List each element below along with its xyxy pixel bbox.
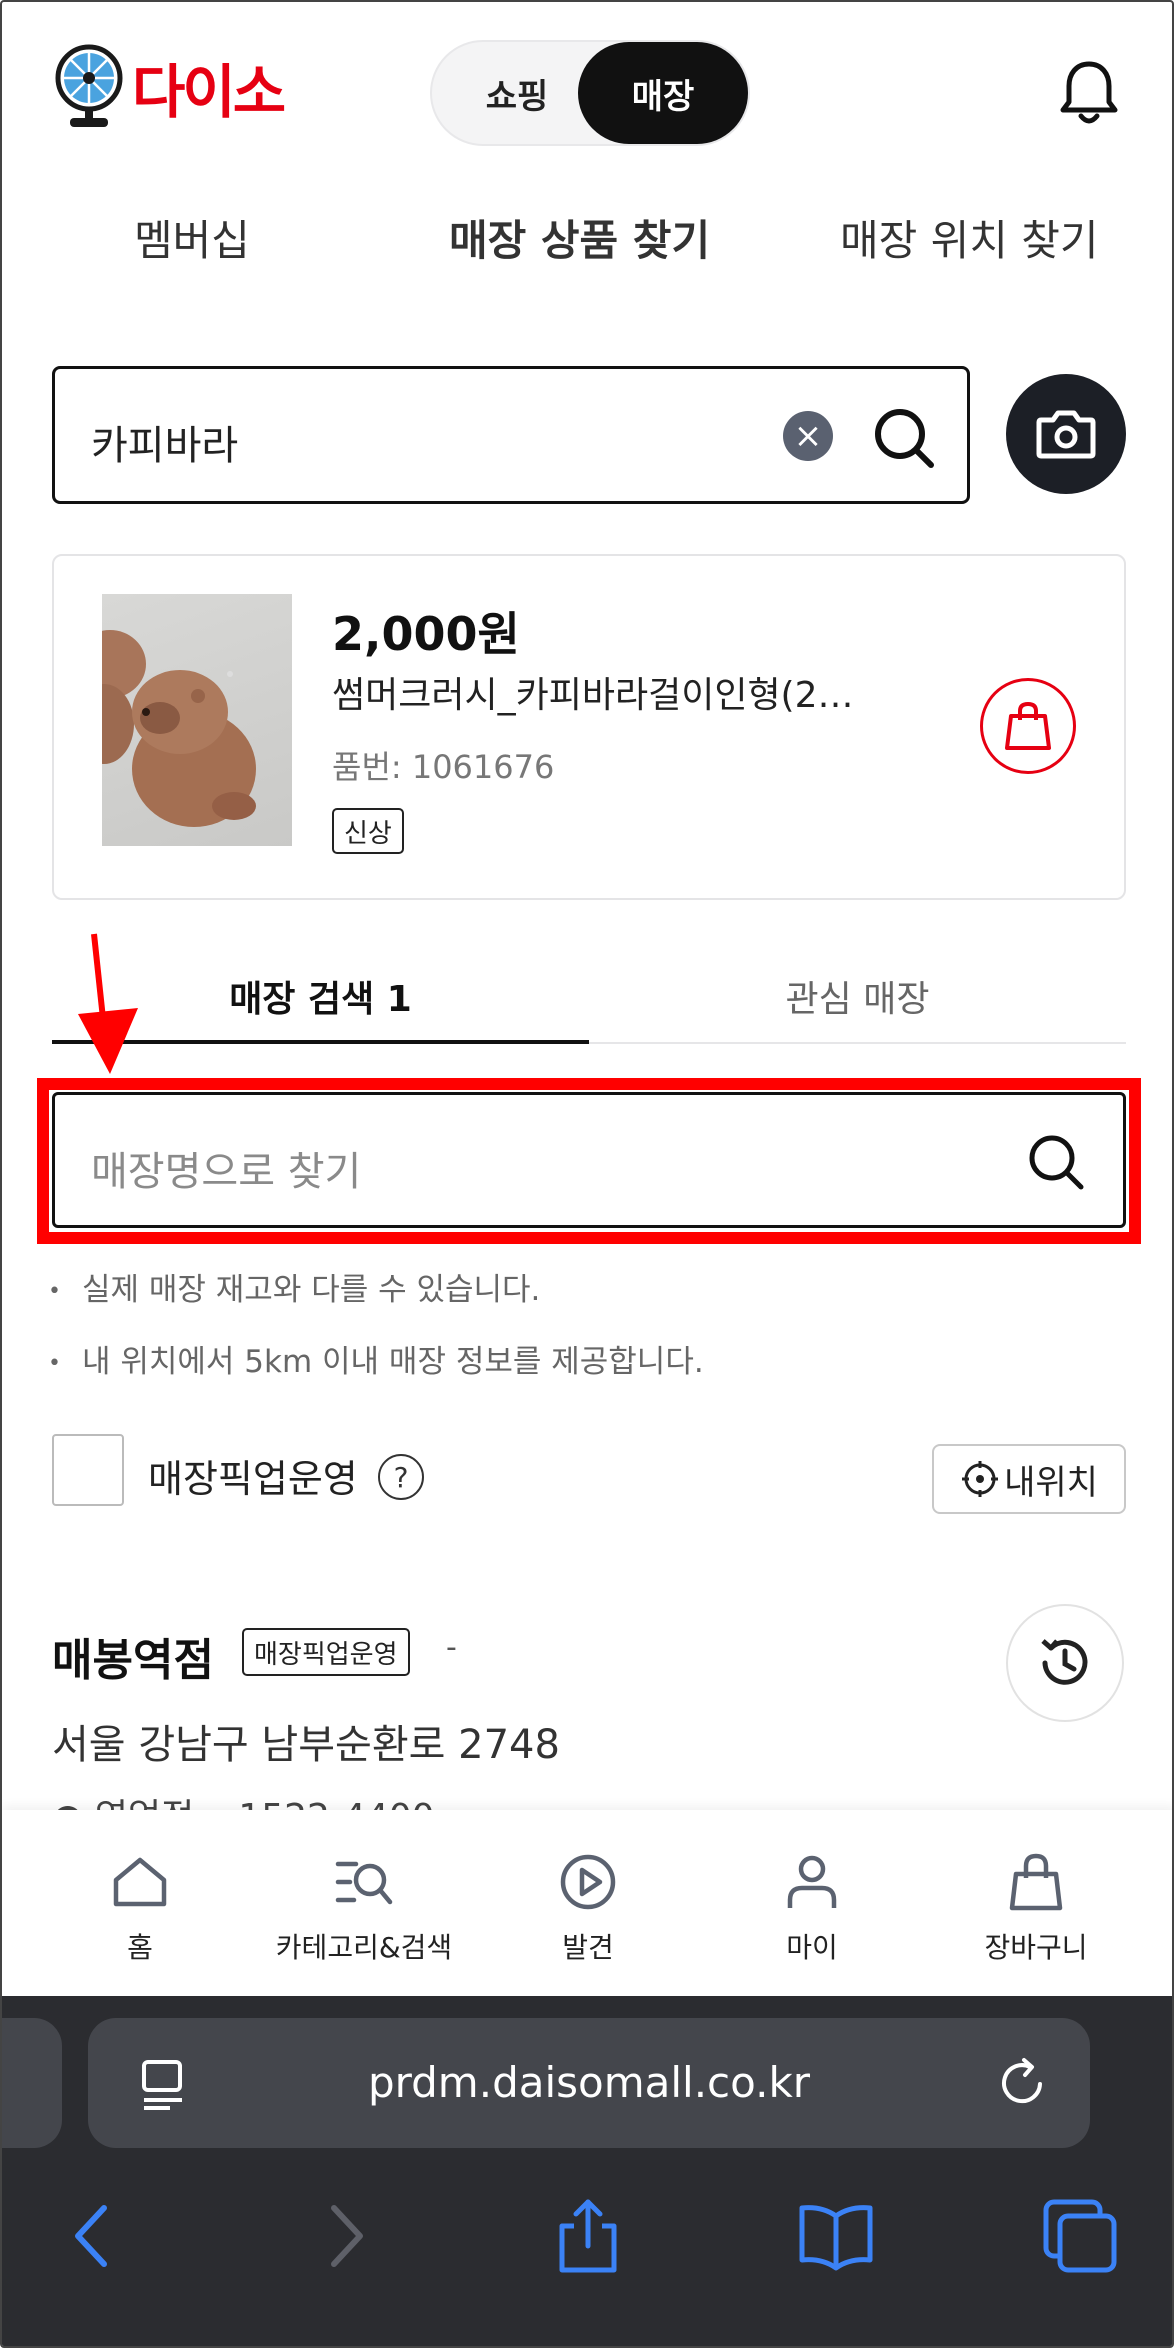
store-pickup-badge: 매장픽업운영 [242, 1628, 410, 1676]
add-to-cart-button[interactable] [980, 678, 1076, 774]
home-icon [113, 1857, 167, 1907]
product-search-input[interactable]: 카피바라 × [52, 366, 970, 504]
nav-my[interactable]: 마이 [712, 1810, 912, 1996]
history-clock-icon [1041, 1639, 1088, 1685]
shopping-bag-icon [1005, 701, 1051, 750]
product-code: 품번: 1061676 [332, 748, 555, 786]
nav-find-location[interactable]: 매장 위치 찾기 [840, 207, 1099, 268]
store-tabs: 매장 검색 1 관심 매장 [52, 952, 1126, 1044]
product-card[interactable]: 2,000원 썸머크러시_카피바라걸이인형(2… 품번: 1061676 신상 [52, 554, 1126, 900]
search-value: 카피바라 [91, 423, 239, 469]
search-icon[interactable] [871, 405, 937, 471]
notice-stock: • 실제 매장 재고와 다를 수 있습니다. [48, 1264, 540, 1309]
pickup-label[interactable]: 매장픽업운영 [148, 1448, 358, 1503]
page: 다이소 쇼핑 매장 멤버십 매장 상품 찾기 매장 위치 찾기 카피바라 × 2… [0, 0, 1174, 2348]
nav-home-label: 홈 [127, 1931, 153, 1964]
segment-shopping[interactable]: 쇼핑 [432, 42, 602, 144]
address-bar[interactable]: prdm.daisomall.co.kr [88, 2018, 1090, 2148]
logo-text: 다이소 [132, 58, 286, 126]
location-target-icon [962, 1461, 999, 1497]
store-dash: - [446, 1630, 457, 1665]
top-nav: 멤버십 매장 상품 찾기 매장 위치 찾기 [2, 207, 1172, 287]
search-icon[interactable] [1025, 1131, 1087, 1193]
my-location-label: 내위치 [1004, 1462, 1098, 1503]
product-price: 2,000원 [332, 607, 520, 661]
nav-cart-label: 장바구니 [984, 1931, 1088, 1964]
shop-store-toggle: 쇼핑 매장 [430, 40, 750, 146]
previous-tab-preview[interactable] [2, 2018, 62, 2148]
shopping-bag-icon [1009, 1853, 1063, 1911]
daiso-logo[interactable]: 다이소 [52, 42, 286, 132]
nav-discover[interactable]: 발견 [488, 1810, 688, 1996]
notice-range-text: 내 위치에서 5km 이내 매장 정보를 제공합니다. [82, 1344, 704, 1380]
nav-discover-label: 발견 [562, 1931, 614, 1964]
store-search-input[interactable]: 매장명으로 찾기 [52, 1092, 1126, 1228]
store-search-placeholder: 매장명으로 찾기 [91, 1149, 362, 1195]
product-image[interactable] [102, 594, 292, 846]
fan-logo-icon [55, 44, 123, 127]
reload-icon[interactable] [996, 2056, 1050, 2110]
nav-home[interactable]: 홈 [40, 1810, 240, 1996]
bottom-nav: 홈 카테고리&검색 발견 마이 장바구니 [2, 1810, 1172, 1996]
nav-category-search[interactable]: 카테고리&검색 [264, 1810, 464, 1996]
bookmarks-icon[interactable] [796, 2196, 876, 2276]
annotation-arrow-icon [78, 933, 138, 1074]
camera-search-button[interactable] [1006, 374, 1126, 494]
camera-icon [1036, 410, 1096, 459]
play-circle-icon [560, 1854, 616, 1910]
notice-range: • 내 위치에서 5km 이내 매장 정보를 제공합니다. [48, 1336, 704, 1381]
back-icon[interactable] [54, 2196, 134, 2276]
new-badge: 신상 [332, 808, 404, 854]
help-icon[interactable]: ? [378, 1454, 424, 1500]
bullet-icon: • [48, 1351, 61, 1376]
forward-icon[interactable] [304, 2196, 384, 2276]
bullet-icon: • [48, 1279, 61, 1304]
share-icon[interactable] [548, 2196, 628, 2276]
product-name: 썸머크러시_카피바라걸이인형(2… [332, 675, 854, 716]
segment-store[interactable]: 매장 [578, 42, 748, 144]
favorite-store-button[interactable] [1006, 1604, 1124, 1722]
nav-my-label: 마이 [786, 1931, 838, 1964]
pickup-checkbox[interactable] [52, 1434, 124, 1506]
browser-toolbar: prdm.daisomall.co.kr [2, 1996, 1172, 2346]
category-search-icon [335, 1861, 393, 1905]
url-text: prdm.daisomall.co.kr [367, 2058, 811, 2107]
nav-cart[interactable]: 장바구니 [936, 1810, 1136, 1996]
nav-membership[interactable]: 멤버십 [134, 207, 250, 268]
store-name[interactable]: 매봉역점 [52, 1624, 214, 1688]
clear-search-button[interactable]: × [783, 411, 833, 461]
nav-find-products[interactable]: 매장 상품 찾기 [449, 207, 710, 268]
tabs-icon[interactable] [1040, 2196, 1120, 2276]
my-location-button[interactable]: 내위치 [932, 1444, 1126, 1514]
store-address: 서울 강남구 남부순환로 2748 [52, 1722, 560, 1768]
person-icon [787, 1855, 837, 1908]
tab-favorite-stores[interactable]: 관심 매장 [589, 970, 1126, 1022]
notice-stock-text: 실제 매장 재고와 다를 수 있습니다. [82, 1272, 541, 1308]
bell-icon[interactable] [1058, 58, 1120, 128]
nav-category-label: 카테고리&검색 [275, 1931, 453, 1964]
capybara-plush-image [102, 630, 256, 827]
